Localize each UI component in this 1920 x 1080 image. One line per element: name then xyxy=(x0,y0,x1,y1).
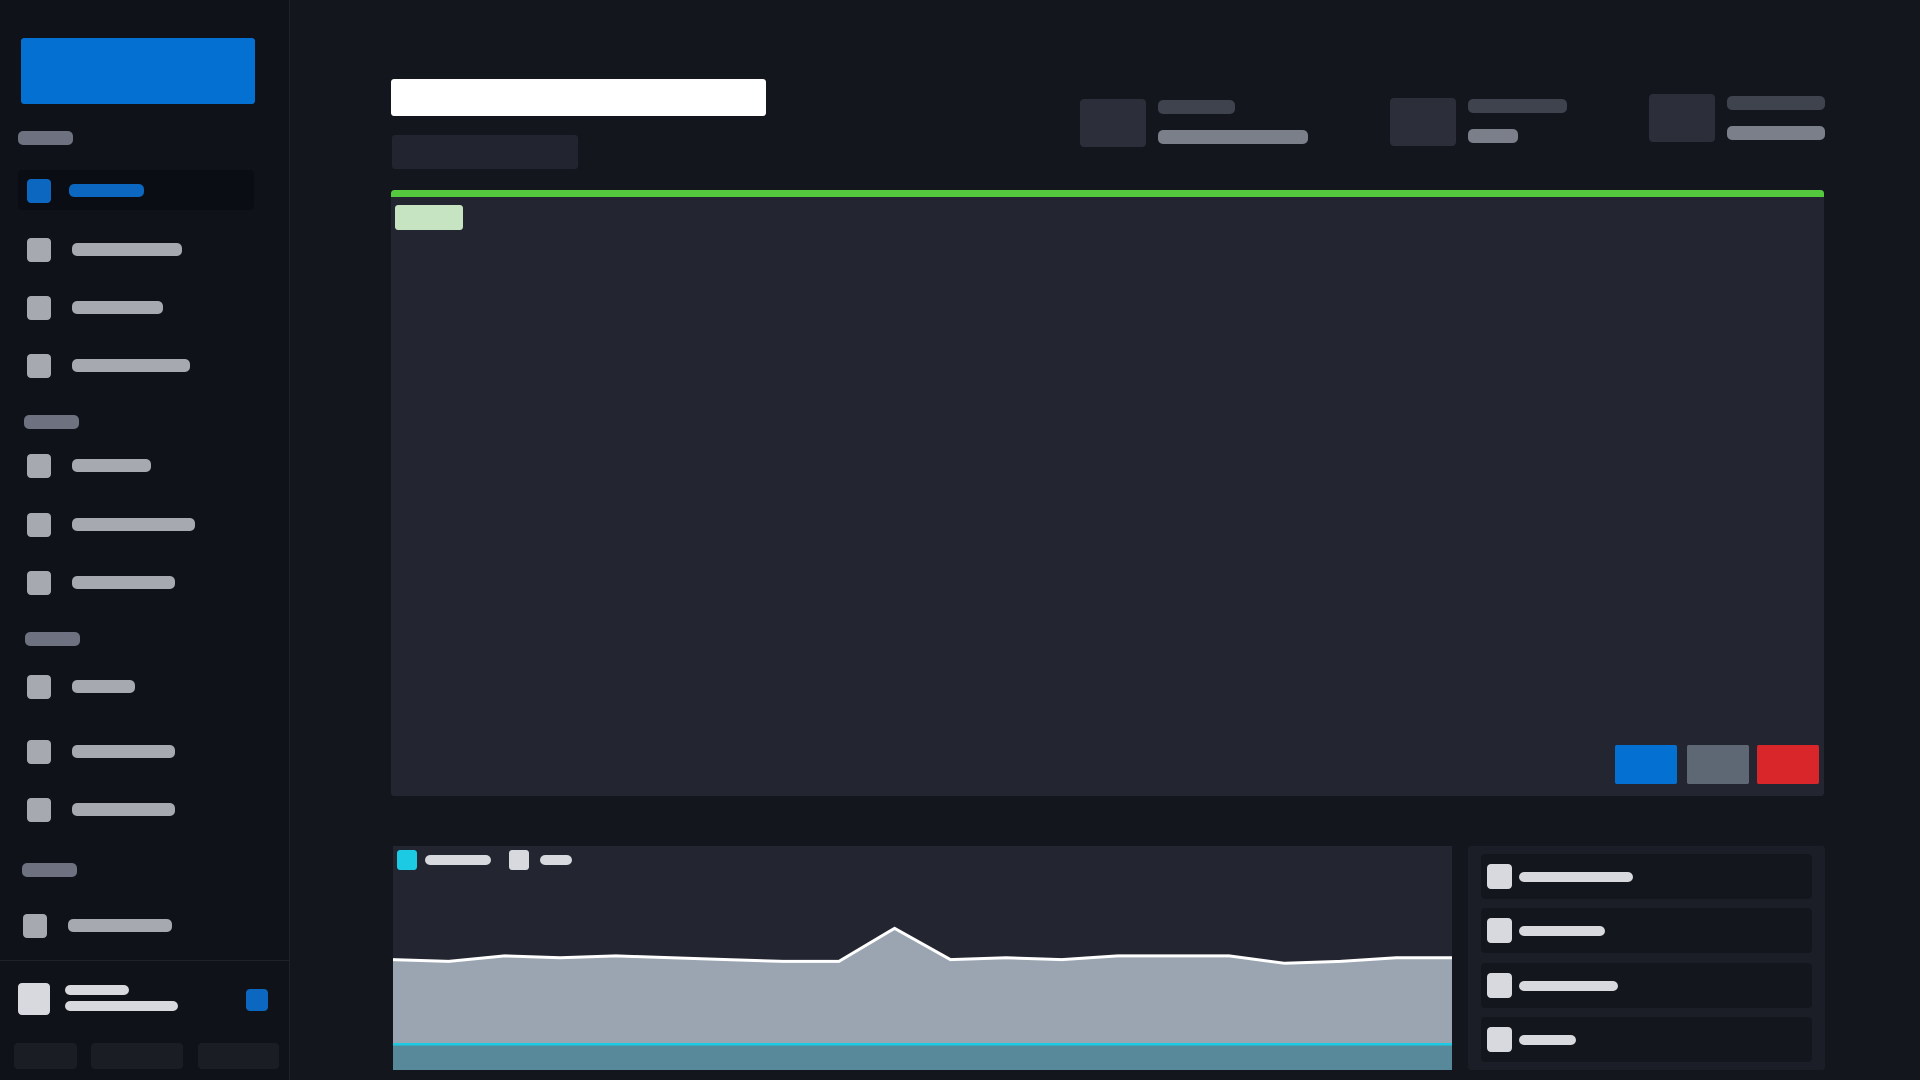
section-header xyxy=(22,863,77,877)
stat-label xyxy=(1468,99,1567,113)
legend-label-series-2 xyxy=(540,855,572,865)
square-icon xyxy=(1487,973,1512,998)
square-icon xyxy=(23,914,47,938)
square-icon xyxy=(27,354,51,378)
sidebar xyxy=(0,0,290,1080)
main-content xyxy=(290,0,1920,1080)
sidebar-item[interactable] xyxy=(18,345,254,385)
avatar xyxy=(18,983,50,1015)
sidebar-item-label xyxy=(72,301,163,314)
legend-swatch-series-1 xyxy=(397,850,417,870)
progress-bar xyxy=(391,190,1824,197)
page-title xyxy=(391,79,766,116)
user-email xyxy=(65,1001,178,1011)
section-header xyxy=(18,131,73,145)
list-item-label xyxy=(1519,926,1605,936)
stat-value xyxy=(1158,130,1308,144)
list-item[interactable] xyxy=(1481,1017,1812,1062)
stat-icon xyxy=(1080,99,1146,147)
list-item-label xyxy=(1519,1035,1576,1045)
user-profile[interactable] xyxy=(0,960,290,1080)
stat-icon xyxy=(1390,98,1456,146)
square-icon xyxy=(27,454,51,478)
list-item-label xyxy=(1519,981,1618,991)
section-header xyxy=(24,415,79,429)
square-icon xyxy=(27,675,51,699)
footer-button[interactable] xyxy=(91,1043,183,1069)
square-icon xyxy=(27,798,51,822)
sidebar-item[interactable] xyxy=(18,287,254,327)
sidebar-item-label xyxy=(68,919,172,932)
user-name xyxy=(65,985,129,995)
stat-value xyxy=(1727,126,1825,140)
sidebar-item-label xyxy=(72,243,182,256)
sidebar-item[interactable] xyxy=(18,731,254,771)
primary-action-button[interactable] xyxy=(21,38,255,104)
footer-button[interactable] xyxy=(198,1043,279,1069)
sidebar-item[interactable] xyxy=(18,789,254,829)
list-item[interactable] xyxy=(1481,963,1812,1008)
stat-icon xyxy=(1649,94,1715,142)
page-subtitle xyxy=(392,135,578,169)
sidebar-item[interactable] xyxy=(18,562,254,602)
square-icon xyxy=(27,740,51,764)
area-fill-series-2 xyxy=(393,1044,1452,1070)
sidebar-item-label xyxy=(72,803,175,816)
square-icon xyxy=(1487,918,1512,943)
legend-label-series-1 xyxy=(425,855,491,865)
status-indicator xyxy=(246,989,268,1011)
sidebar-item[interactable] xyxy=(14,905,250,945)
square-icon xyxy=(27,238,51,262)
stat-label xyxy=(1158,100,1235,114)
footer-button[interactable] xyxy=(14,1043,77,1069)
status-badge xyxy=(395,205,463,230)
sidebar-item-label xyxy=(69,184,144,197)
sidebar-item-label xyxy=(72,576,175,589)
list-panel xyxy=(1468,846,1825,1070)
stat-value xyxy=(1468,129,1518,143)
sidebar-item-label xyxy=(72,359,190,372)
square-icon xyxy=(1487,1027,1512,1052)
action-button-danger[interactable] xyxy=(1757,745,1819,784)
sidebar-item-label xyxy=(72,459,151,472)
chart-panel xyxy=(393,846,1452,1070)
action-button-primary[interactable] xyxy=(1615,745,1677,784)
square-icon xyxy=(27,513,51,537)
sidebar-item-label xyxy=(72,680,135,693)
sidebar-item[interactable] xyxy=(18,445,254,485)
sidebar-item[interactable] xyxy=(18,229,254,269)
square-icon xyxy=(27,296,51,320)
stat-label xyxy=(1727,96,1825,110)
section-header xyxy=(25,632,80,646)
sidebar-item[interactable] xyxy=(18,170,254,210)
square-icon xyxy=(27,179,51,203)
sidebar-item-label xyxy=(72,518,195,531)
square-icon xyxy=(27,571,51,595)
legend-swatch-series-2 xyxy=(509,850,529,870)
sidebar-item[interactable] xyxy=(18,504,254,544)
list-item-label xyxy=(1519,872,1633,882)
action-button-secondary[interactable] xyxy=(1687,745,1749,784)
list-item[interactable] xyxy=(1481,854,1812,899)
media-viewer xyxy=(391,190,1824,796)
list-item[interactable] xyxy=(1481,908,1812,953)
area-chart xyxy=(393,850,1452,1070)
sidebar-item[interactable] xyxy=(18,666,254,706)
square-icon xyxy=(1487,864,1512,889)
sidebar-item-label xyxy=(72,745,175,758)
